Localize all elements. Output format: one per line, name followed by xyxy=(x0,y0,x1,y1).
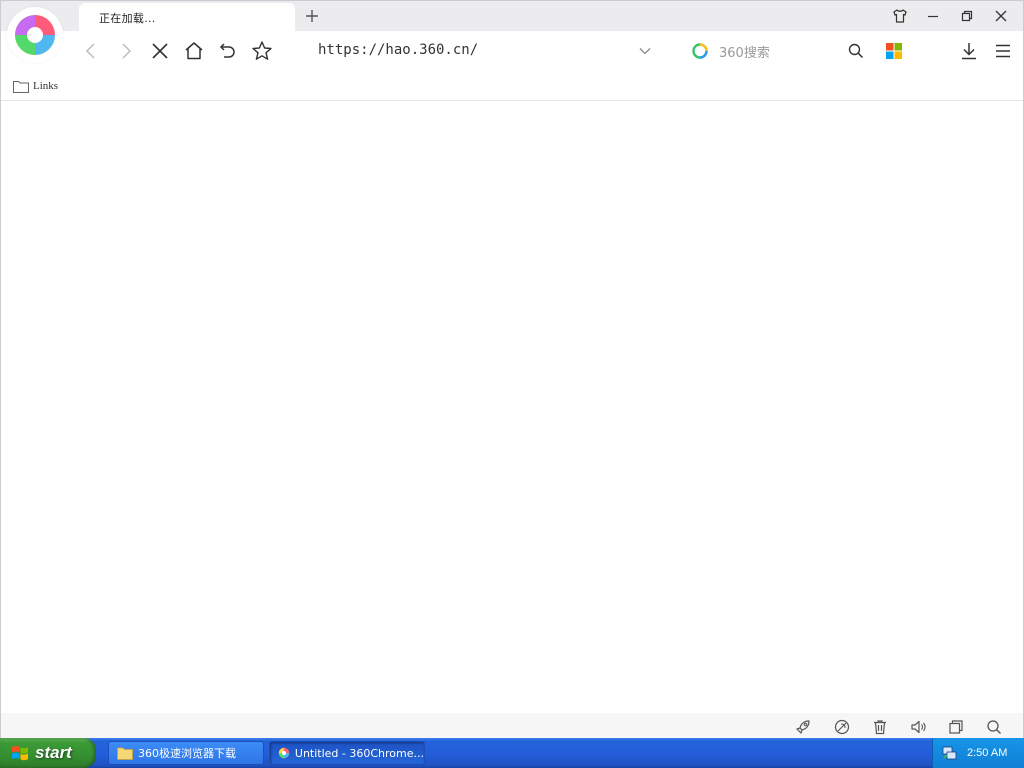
browser-logo-icon[interactable] xyxy=(7,7,63,63)
folder-icon xyxy=(13,80,29,93)
trash-icon xyxy=(874,720,886,735)
browser-icon xyxy=(278,747,290,759)
new-tab-button[interactable] xyxy=(301,5,323,27)
apps-button[interactable] xyxy=(882,39,906,63)
forward-button[interactable] xyxy=(114,39,138,63)
bookmark-folder-label: Links xyxy=(33,80,59,92)
stop-x-icon xyxy=(152,43,168,59)
taskbar: start 360极速浏览器下载 Untitled - 360Chrome...… xyxy=(0,738,1024,768)
shirt-icon xyxy=(893,9,907,23)
home-button[interactable] xyxy=(182,39,206,63)
search-button[interactable] xyxy=(844,39,868,63)
bookmarks-bar: Links xyxy=(1,71,1023,101)
page-content[interactable] xyxy=(1,101,1023,713)
speed-up-button[interactable] xyxy=(794,718,812,736)
folder-icon xyxy=(117,747,133,760)
plus-icon xyxy=(306,10,318,22)
back-arrow-icon xyxy=(85,43,95,59)
window-switch-button[interactable] xyxy=(947,718,965,736)
windows-flag-icon xyxy=(12,745,28,761)
ad-filter-button[interactable] xyxy=(833,718,851,736)
menu-button[interactable] xyxy=(991,39,1015,63)
restore-icon xyxy=(961,10,973,22)
clock[interactable]: 2:50 AM xyxy=(967,747,1007,759)
clear-data-button[interactable] xyxy=(871,718,889,736)
back-button[interactable] xyxy=(79,39,103,63)
tab-strip: 正在加载... xyxy=(1,1,1023,63)
search-input[interactable]: 360搜索 xyxy=(719,42,770,61)
downloads-button[interactable] xyxy=(957,39,981,63)
network-tray-icon xyxy=(942,746,957,760)
address-dropdown-button[interactable] xyxy=(635,41,655,61)
download-icon xyxy=(962,43,976,60)
tab-title: 正在加载... xyxy=(99,12,156,25)
navigation-toolbar: https://hao.360.cn/ 360搜索 xyxy=(1,31,1023,71)
browser-window: 正在加载... https://hao.360.cn/ 360搜索 Links xyxy=(0,0,1024,739)
tab-active[interactable]: 正在加载... xyxy=(79,3,295,31)
skin-button[interactable] xyxy=(885,4,915,28)
stop-loading-button[interactable] xyxy=(148,39,172,63)
bookmark-folder-links[interactable]: Links xyxy=(13,78,58,94)
star-icon xyxy=(252,41,272,60)
hamburger-menu-icon xyxy=(996,44,1010,58)
minimize-icon xyxy=(928,15,938,18)
minimize-button[interactable] xyxy=(918,4,948,28)
search-icon xyxy=(848,43,864,59)
start-button[interactable]: start xyxy=(0,738,96,768)
taskbar-item-browser[interactable]: Untitled - 360Chrome... xyxy=(269,741,425,765)
taskbar-item-label: 360极速浏览器下载 xyxy=(138,747,236,760)
magnifier-icon xyxy=(987,720,1001,734)
start-label: start xyxy=(35,743,72,762)
taskbar-item-folder[interactable]: 360极速浏览器下载 xyxy=(108,741,264,765)
zoom-button[interactable] xyxy=(985,718,1003,736)
restore-button[interactable] xyxy=(952,4,982,28)
undo-close-tab-button[interactable] xyxy=(216,39,240,63)
close-window-button[interactable] xyxy=(986,4,1016,28)
search-engine-icon[interactable] xyxy=(691,42,709,60)
address-bar[interactable]: https://hao.360.cn/ xyxy=(318,42,478,58)
mute-button[interactable] xyxy=(909,718,927,736)
status-bar xyxy=(1,713,1023,739)
undo-icon xyxy=(219,43,235,58)
apps-grid-icon xyxy=(886,43,902,59)
windows-icon xyxy=(949,720,963,734)
home-icon xyxy=(185,42,203,60)
system-tray: 2:50 AM xyxy=(932,738,1024,768)
speaker-icon xyxy=(911,720,926,734)
taskbar-item-label: Untitled - 360Chrome... xyxy=(294,746,424,760)
bookmark-star-button[interactable] xyxy=(250,39,274,63)
forward-arrow-icon xyxy=(122,43,132,59)
rocket-icon xyxy=(796,720,810,734)
close-icon xyxy=(995,10,1007,22)
leaf-icon xyxy=(834,719,850,735)
chevron-down-icon xyxy=(639,48,651,55)
